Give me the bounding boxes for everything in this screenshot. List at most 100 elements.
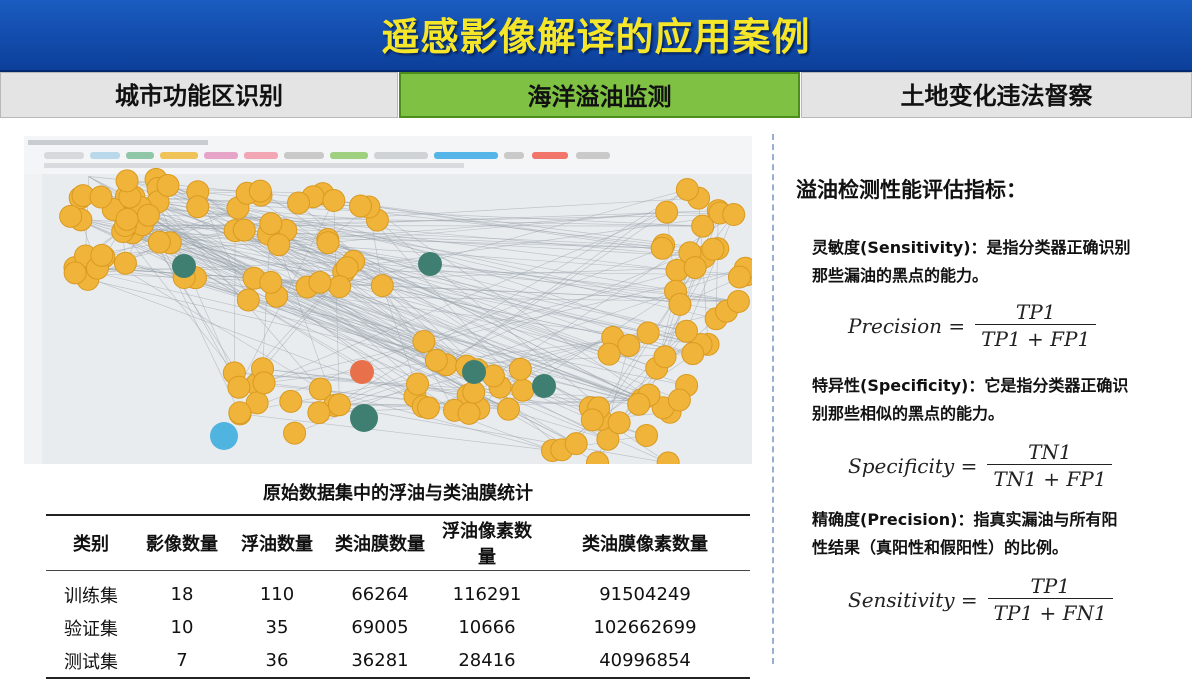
formula-lhs: Specificity = (848, 453, 978, 478)
tab-ocean-oil-spill[interactable]: 海洋溢油监测 (399, 72, 800, 118)
graph-node (227, 375, 251, 399)
table-cell: 28416 (434, 644, 540, 679)
numerator: TN1 (1028, 440, 1072, 464)
graph-node (727, 265, 751, 289)
graph-node (511, 378, 535, 402)
graph-node (668, 292, 692, 316)
graph-node (113, 251, 137, 275)
graph-node (156, 174, 180, 198)
table-cell: 10666 (458, 617, 516, 638)
graph-node (328, 275, 352, 299)
fraction: TN1 TN1 + FP1 (987, 440, 1113, 491)
specificity-description: 特异性(Specificity)：它是指分类器正确识别那些相似的黑点的能力。 (812, 376, 1129, 423)
graph-node (259, 270, 283, 294)
graph-node (350, 360, 374, 384)
graph-node (726, 289, 750, 313)
graph-node (691, 214, 715, 238)
denominator: TP1 + FN1 (987, 598, 1113, 625)
graph-node (627, 392, 651, 416)
graph-node (115, 169, 139, 193)
table-cell: 102662699 (593, 617, 697, 638)
graph-node (412, 329, 436, 353)
sensitivity-description: 灵敏度(Sensitivity)：是指分类器正确识别那些漏油的黑点的能力。 (812, 238, 1131, 285)
column-header: 浮油数量 (228, 514, 326, 571)
graph-node (316, 231, 340, 255)
graph-node (597, 342, 621, 366)
graph-node (89, 185, 113, 209)
graph-node (172, 254, 196, 278)
graph-node (667, 388, 691, 412)
table-cell: 10 (170, 617, 194, 638)
table-cell: 66264 (351, 584, 409, 605)
fraction: TP1 TP1 + FN1 (987, 574, 1113, 625)
graph-node (115, 207, 139, 231)
table-cell: 36 (228, 644, 326, 679)
graph-node (228, 401, 252, 425)
table-cell: 116291 (452, 584, 522, 605)
graph-node (607, 411, 631, 435)
graph-node (681, 342, 705, 366)
table-row: 测试集 7 36 36281 28416 40996854 (46, 644, 750, 679)
table-cell: 18 (170, 584, 194, 605)
column-header: 类油膜像素数量 (540, 514, 750, 571)
tab-urban-function[interactable]: 城市功能区识别 (0, 72, 398, 118)
table-cell: 69005 (351, 617, 409, 638)
numerator: TP1 (1030, 574, 1070, 598)
network-graph-image (24, 136, 752, 464)
title-bar: 遥感影像解译的应用案例 (0, 0, 1192, 72)
graph-node (653, 345, 677, 369)
graph-node (287, 191, 311, 215)
graph-node (370, 274, 394, 298)
table-cell: 110 (259, 584, 295, 605)
tab-bar: 城市功能区识别 海洋溢油监测 土地变化违法督察 (0, 72, 1192, 120)
graph-node (457, 401, 481, 425)
graph-node (232, 218, 256, 242)
graph-node (496, 397, 520, 421)
graph-node (283, 421, 307, 445)
column-header: 类油膜数量 (326, 514, 434, 571)
graph-node (259, 212, 283, 236)
formula-lhs: Precision = (848, 313, 966, 338)
table-row: 训练集 18 110 66264 116291 91504249 (46, 571, 750, 612)
sensitivity-formula: Sensitivity = TP1 TP1 + FN1 (848, 574, 1113, 625)
precision-formula: Precision = TP1 TP1 + FP1 (848, 300, 1097, 351)
table-row: 验证集 10 35 69005 10666 102662699 (46, 611, 750, 644)
graph-node (650, 236, 674, 260)
graph-node (532, 374, 556, 398)
graph-node (322, 188, 346, 212)
column-header: 类别 (46, 514, 136, 571)
precision-description: 精确度(Precision)：指真实漏油与所有阳性结果（真阳性和假阳性）的比例。 (812, 510, 1118, 557)
graph-node (136, 203, 160, 227)
graph-node (418, 252, 442, 276)
graph-node (636, 321, 660, 345)
table-cell: 验证集 (64, 618, 118, 640)
table-cell: 测试集 (46, 644, 136, 679)
graph-node (252, 371, 276, 395)
graph-node (462, 380, 486, 404)
graph-node (63, 261, 87, 285)
graph-node (675, 177, 699, 201)
graph-node (586, 451, 610, 464)
dataset-stats-table: 类别 影像数量 浮油数量 类油膜数量 浮油像素数量 类油膜像素数量 训练集 18… (46, 514, 750, 679)
denominator: TN1 + FP1 (987, 464, 1113, 491)
table-cell: 40996854 (540, 644, 750, 679)
table-cell: 35 (265, 617, 289, 638)
table-cell: 91504249 (599, 584, 691, 605)
table-cell: 7 (136, 644, 228, 679)
graph-node (147, 230, 171, 254)
table-cell: 训练集 (64, 585, 118, 607)
column-header: 浮油像素数量 (434, 514, 540, 571)
formula-lhs: Sensitivity = (848, 587, 978, 612)
denominator: TP1 + FP1 (975, 324, 1097, 351)
graph-node (580, 408, 604, 432)
graph-node (236, 288, 260, 312)
tab-land-change[interactable]: 土地变化违法督察 (801, 72, 1192, 118)
graph-node (655, 200, 679, 224)
graph-node (635, 424, 659, 448)
graph-canvas (59, 167, 752, 464)
graph-node (406, 372, 430, 396)
slide-title: 遥感影像解译的应用案例 (381, 15, 811, 59)
fraction: TP1 TP1 + FP1 (975, 300, 1097, 351)
graph-node (327, 393, 351, 417)
graph-node (308, 270, 332, 294)
